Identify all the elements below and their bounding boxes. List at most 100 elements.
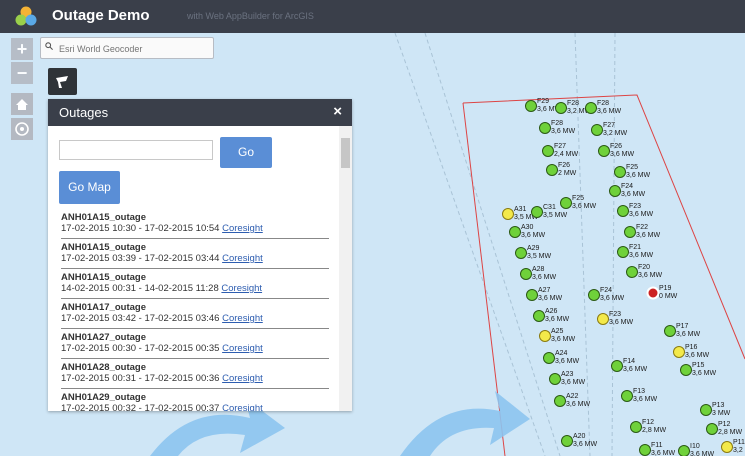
turbine-status-dot[interactable] bbox=[611, 360, 623, 372]
turbine-status-dot[interactable] bbox=[561, 435, 573, 447]
turbine-marker[interactable]: A223,6 MW bbox=[554, 393, 591, 408]
turbine-status-dot[interactable] bbox=[539, 330, 551, 342]
close-icon[interactable]: × bbox=[333, 103, 342, 120]
turbine-status-dot[interactable] bbox=[549, 373, 561, 385]
turbine-marker[interactable]: F262 MW bbox=[546, 162, 577, 177]
turbine-marker[interactable]: F203,6 MW bbox=[626, 264, 663, 279]
turbine-marker[interactable]: F243,6 MW bbox=[609, 183, 646, 198]
turbine-marker[interactable]: F253,6 MW bbox=[614, 164, 651, 179]
outage-filter-input[interactable] bbox=[59, 140, 213, 160]
turbine-marker[interactable]: A233,6 MW bbox=[549, 371, 586, 386]
turbine-marker[interactable]: F213,6 MW bbox=[617, 244, 654, 259]
coresight-link[interactable]: Coresight bbox=[222, 223, 263, 234]
turbine-status-dot[interactable] bbox=[664, 325, 676, 337]
turbine-status-dot[interactable] bbox=[554, 395, 566, 407]
turbine-status-dot[interactable] bbox=[588, 289, 600, 301]
turbine-status-dot[interactable] bbox=[646, 286, 660, 300]
turbine-status-dot[interactable] bbox=[525, 100, 537, 112]
turbine-status-dot[interactable] bbox=[609, 185, 621, 197]
zoom-in-button[interactable]: + bbox=[11, 38, 33, 60]
turbine-marker[interactable]: F143,6 MW bbox=[611, 358, 648, 373]
turbine-status-dot[interactable] bbox=[509, 226, 521, 238]
turbine-status-dot[interactable] bbox=[560, 197, 572, 209]
turbine-status-dot[interactable] bbox=[555, 102, 567, 114]
turbine-marker[interactable]: A263,6 MW bbox=[533, 308, 570, 323]
turbine-status-dot[interactable] bbox=[533, 310, 545, 322]
locate-button[interactable] bbox=[11, 118, 33, 140]
scrollbar-thumb[interactable] bbox=[341, 138, 350, 168]
zoom-out-button[interactable]: − bbox=[11, 62, 33, 84]
turbine-id-label: F26 bbox=[610, 143, 622, 150]
turbine-marker[interactable]: F223,6 MW bbox=[624, 224, 661, 239]
search-input[interactable] bbox=[57, 40, 211, 57]
turbine-marker[interactable]: A273,6 MW bbox=[526, 287, 563, 302]
turbine-marker[interactable]: F233,6 MW bbox=[597, 311, 634, 326]
turbine-status-dot[interactable] bbox=[626, 266, 638, 278]
turbine-marker[interactable]: F263,6 MW bbox=[598, 143, 635, 158]
turbine-marker[interactable]: F273,2 MW bbox=[591, 122, 628, 137]
turbine-status-dot[interactable] bbox=[721, 441, 733, 453]
turbine-marker[interactable]: P190 MW bbox=[646, 285, 678, 300]
turbine-marker[interactable]: A253,6 MW bbox=[539, 328, 576, 343]
turbine-marker[interactable]: F283,6 MW bbox=[539, 120, 576, 135]
turbine-marker[interactable]: A243,6 MW bbox=[543, 350, 580, 365]
go-map-button[interactable]: Go Map bbox=[59, 171, 120, 204]
coresight-link[interactable]: Coresight bbox=[222, 403, 263, 411]
turbine-marker[interactable]: F243,6 MW bbox=[588, 287, 625, 302]
turbine-marker[interactable]: P133 MW bbox=[700, 402, 731, 417]
turbine-status-dot[interactable] bbox=[614, 166, 626, 178]
turbine-marker[interactable]: P122,8 MW bbox=[706, 421, 743, 436]
turbine-marker[interactable]: F122,8 MW bbox=[630, 419, 667, 434]
turbine-status-dot[interactable] bbox=[678, 445, 690, 456]
coresight-link[interactable]: Coresight bbox=[222, 253, 263, 264]
turbine-status-dot[interactable] bbox=[639, 444, 651, 456]
turbine-marker[interactable]: F283,6 MW bbox=[585, 100, 622, 115]
turbine-marker[interactable]: F272,4 MW bbox=[542, 143, 579, 158]
turbine-status-dot[interactable] bbox=[543, 352, 555, 364]
turbine-status-dot[interactable] bbox=[546, 164, 558, 176]
outage-name: ANH01A17_outage bbox=[61, 302, 146, 313]
turbine-status-dot[interactable] bbox=[680, 364, 692, 376]
turbine-marker[interactable]: F253,6 MW bbox=[560, 195, 597, 210]
turbine-status-dot[interactable] bbox=[630, 421, 642, 433]
turbine-status-dot[interactable] bbox=[597, 313, 609, 325]
turbine-marker[interactable]: P113,2 MW bbox=[721, 439, 745, 454]
outage-list-item: ANH01A27_outage 17-02-2015 00:30 - 17-02-… bbox=[61, 329, 329, 359]
turbine-status-dot[interactable] bbox=[673, 346, 685, 358]
turbine-marker[interactable]: A203,6 MW bbox=[561, 433, 598, 448]
turbine-status-dot[interactable] bbox=[706, 423, 718, 435]
turbine-status-dot[interactable] bbox=[502, 208, 514, 220]
turbine-status-dot[interactable] bbox=[520, 268, 532, 280]
turbine-marker[interactable]: F133,6 MW bbox=[621, 388, 658, 403]
coresight-link[interactable]: Coresight bbox=[222, 313, 263, 324]
turbine-status-dot[interactable] bbox=[515, 247, 527, 259]
coresight-link[interactable]: Coresight bbox=[222, 373, 263, 384]
outages-widget-button[interactable] bbox=[48, 68, 77, 95]
turbine-marker[interactable]: A293,5 MW bbox=[515, 245, 552, 260]
turbine-marker[interactable]: P153,6 MW bbox=[680, 362, 717, 377]
turbine-status-dot[interactable] bbox=[700, 404, 712, 416]
turbine-status-dot[interactable] bbox=[621, 390, 633, 402]
turbine-status-dot[interactable] bbox=[624, 226, 636, 238]
turbine-marker[interactable]: P163,6 MW bbox=[673, 344, 710, 359]
turbine-marker[interactable]: A303,6 MW bbox=[509, 224, 546, 239]
go-button[interactable]: Go bbox=[220, 137, 272, 168]
turbine-status-dot[interactable] bbox=[585, 102, 597, 114]
turbine-status-dot[interactable] bbox=[539, 122, 551, 134]
turbine-status-dot[interactable] bbox=[531, 206, 543, 218]
turbine-status-dot[interactable] bbox=[526, 289, 538, 301]
turbine-marker[interactable]: F113,6 MW bbox=[639, 442, 676, 456]
turbine-status-dot[interactable] bbox=[598, 145, 610, 157]
turbine-marker[interactable]: A283,6 MW bbox=[520, 266, 557, 281]
panel-scrollbar[interactable] bbox=[339, 126, 352, 411]
turbine-status-dot[interactable] bbox=[617, 246, 629, 258]
turbine-marker[interactable]: P173,6 MW bbox=[664, 323, 701, 338]
home-button[interactable] bbox=[11, 93, 33, 115]
coresight-link[interactable]: Coresight bbox=[222, 343, 263, 354]
coresight-link[interactable]: Coresight bbox=[221, 283, 262, 294]
turbine-marker[interactable]: F233,6 MW bbox=[617, 203, 654, 218]
turbine-status-dot[interactable] bbox=[542, 145, 554, 157]
turbine-status-dot[interactable] bbox=[617, 205, 629, 217]
turbine-marker[interactable]: I103,6 MW bbox=[678, 443, 715, 456]
turbine-status-dot[interactable] bbox=[591, 124, 603, 136]
